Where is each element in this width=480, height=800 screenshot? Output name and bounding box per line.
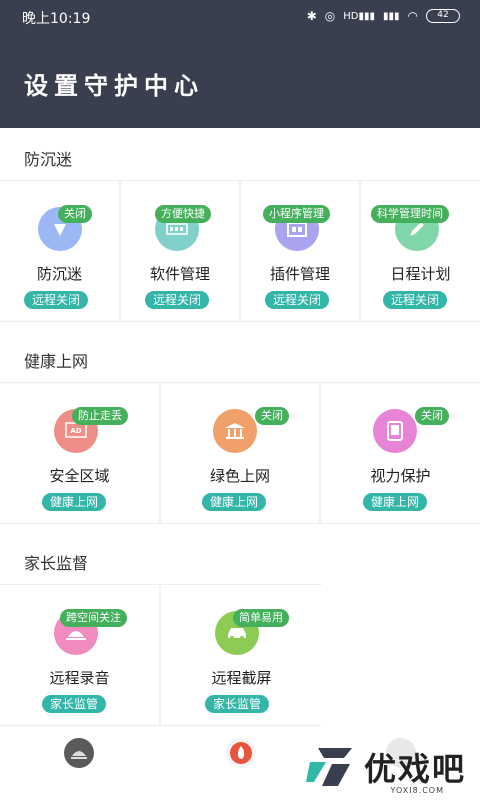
svg-text:AD: AD xyxy=(70,427,81,435)
card-label: 插件管理 xyxy=(269,265,330,283)
section-grid-anti-addiction: 关闭 防沉迷 远程关闭 方便快捷 软件管理 远程关闭 小程序管理 插件管理 远程… xyxy=(0,180,480,322)
card-label: 远程截屏 xyxy=(211,669,272,687)
status-icons: ✱ ◎ HD▮▮▮ ▮▮▮ ◠ 42 xyxy=(307,9,460,23)
status-badge: 关闭 xyxy=(58,205,92,223)
watermark-url: YOXI8.COM xyxy=(390,786,444,795)
card-anti-addiction[interactable]: 关闭 防沉迷 远程关闭 xyxy=(0,181,119,321)
alarm-icon: ◎ xyxy=(324,9,336,23)
healthy-internet-button[interactable]: 健康上网 xyxy=(42,493,107,511)
card-label: 软件管理 xyxy=(149,265,210,283)
bluetooth-icon: ✱ xyxy=(306,9,317,23)
parental-supervision-button[interactable]: 家长监管 xyxy=(205,695,270,713)
card-remote-recording[interactable]: 跨空间关注 远程录音 家长监管 xyxy=(0,585,159,725)
bank-icon xyxy=(213,409,257,453)
section-grid-parental-supervision: 跨空间关注 远程录音 家长监管 简单易用 远程截屏 家长监管 xyxy=(0,584,322,726)
header-bar: 晚上10:19 ✱ ◎ HD▮▮▮ ▮▮▮ ◠ 42 设置守护中心 xyxy=(0,0,480,128)
status-time: 晚上10:19 xyxy=(22,11,91,27)
status-badge: 科学管理时间 xyxy=(371,205,449,223)
page-title: 设置守护中心 xyxy=(24,72,204,100)
healthy-internet-button[interactable]: 健康上网 xyxy=(363,493,428,511)
section-title-anti-addiction: 防沉迷 xyxy=(24,150,73,169)
status-badge: 方便快捷 xyxy=(155,205,211,223)
status-badge: 跨空间关注 xyxy=(60,609,127,627)
nav-dish-icon[interactable] xyxy=(64,738,94,768)
status-badge: 关闭 xyxy=(415,407,449,425)
section-title-parental-supervision: 家长监督 xyxy=(24,554,89,573)
card-eye-protection[interactable]: 关闭 视力保护 健康上网 xyxy=(321,383,480,523)
status-badge: 简单易用 xyxy=(233,609,289,627)
battery-icon: 42 xyxy=(426,9,460,23)
remote-close-button[interactable]: 远程关闭 xyxy=(383,291,448,309)
card-label: 视力保护 xyxy=(370,467,431,485)
card-safe-zone[interactable]: AD 防止走丢 安全区域 健康上网 xyxy=(0,383,159,523)
remote-close-button[interactable]: 远程关闭 xyxy=(145,291,210,309)
watermark-logo: 优戏吧 YOXI8.COM xyxy=(304,744,466,795)
status-badge: 小程序管理 xyxy=(263,205,330,223)
parental-supervision-button[interactable]: 家长监管 xyxy=(42,695,107,713)
healthy-internet-button[interactable]: 健康上网 xyxy=(202,493,267,511)
card-app-management[interactable]: 方便快捷 软件管理 远程关闭 xyxy=(121,181,239,321)
card-remote-screenshot[interactable]: 简单易用 远程截屏 家长监管 xyxy=(161,585,322,725)
remote-close-button[interactable]: 远程关闭 xyxy=(265,291,330,309)
section-title-healthy-internet: 健康上网 xyxy=(24,352,89,371)
remote-close-button[interactable]: 远程关闭 xyxy=(24,291,89,309)
card-label: 日程计划 xyxy=(390,265,451,283)
section-grid-healthy-internet: AD 防止走丢 安全区域 健康上网 关闭 绿色上网 健康上网 关闭 视力保护 健… xyxy=(0,382,480,524)
card-label: 防沉迷 xyxy=(36,265,82,283)
nav-fire-icon[interactable] xyxy=(226,738,256,768)
status-bar: 晚上10:19 ✱ ◎ HD▮▮▮ ▮▮▮ ◠ 42 xyxy=(0,0,480,34)
status-badge: 防止走丢 xyxy=(72,407,128,425)
card-green-internet[interactable]: 关闭 绿色上网 健康上网 xyxy=(161,383,319,523)
card-label: 绿色上网 xyxy=(209,467,270,485)
watermark-brand: 优戏吧 xyxy=(363,750,466,788)
card-label: 远程录音 xyxy=(49,669,110,687)
signal-icon: HD▮▮▮ xyxy=(343,10,375,22)
signal-icon-2: ▮▮▮ xyxy=(383,10,400,22)
watermark-mark-icon xyxy=(305,748,352,786)
card-schedule-plan[interactable]: 科学管理时间 日程计划 远程关闭 xyxy=(361,181,480,321)
tablet-icon xyxy=(373,409,417,453)
status-badge: 关闭 xyxy=(255,407,289,425)
wifi-icon: ◠ xyxy=(407,9,418,23)
card-label: 安全区域 xyxy=(49,467,110,485)
card-plugin-management[interactable]: 小程序管理 插件管理 远程关闭 xyxy=(241,181,359,321)
